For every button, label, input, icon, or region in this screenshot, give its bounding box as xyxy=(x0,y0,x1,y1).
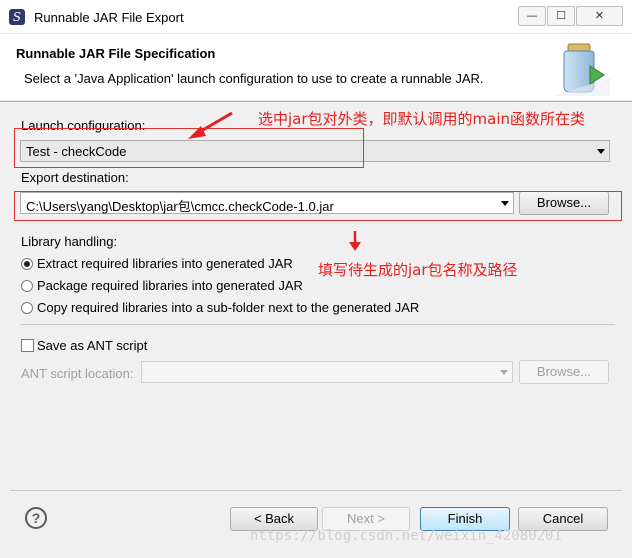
header-separator-highlight xyxy=(0,102,632,103)
export-annotation-text: 填写待生成的jar包名称及路径 xyxy=(318,261,518,279)
radio-copy-libraries[interactable] xyxy=(21,302,33,314)
watermark: https://blog.csdn.net/weixin_42080201 xyxy=(250,528,562,544)
launch-annotation-arrow xyxy=(188,111,233,139)
radio-package-label[interactable]: Package required libraries into generate… xyxy=(37,278,303,293)
export-highlight-box xyxy=(14,191,622,221)
jar-wizard-icon xyxy=(554,43,610,96)
page-description: Select a 'Java Application' launch confi… xyxy=(24,71,484,86)
radio-package-libraries[interactable] xyxy=(21,280,33,292)
save-ant-label[interactable]: Save as ANT script xyxy=(37,338,147,353)
wizard-header: Runnable JAR File Specification Select a… xyxy=(0,34,632,100)
radio-extract-label[interactable]: Extract required libraries into generate… xyxy=(37,256,293,271)
chevron-down-icon xyxy=(500,370,508,375)
eclipse-app-icon: S xyxy=(9,9,25,25)
minimize-button[interactable]: — xyxy=(518,6,546,26)
maximize-button[interactable]: ☐ xyxy=(547,6,575,26)
export-annotation-arrow xyxy=(349,231,361,251)
section-separator xyxy=(20,324,615,325)
launch-annotation-text: 选中jar包对外类，即默认调用的main函数所在类 xyxy=(258,110,586,128)
ant-location-label: ANT script location: xyxy=(21,366,134,381)
save-ant-checkbox[interactable] xyxy=(21,339,34,352)
ant-browse-button[interactable]: Browse... xyxy=(519,360,609,384)
window-title: Runnable JAR File Export xyxy=(34,10,184,25)
help-icon[interactable]: ? xyxy=(25,507,47,529)
library-handling-label: Library handling: xyxy=(21,234,118,249)
dialog-window: S Runnable JAR File Export — ☐ ✕ Runnabl… xyxy=(0,0,632,558)
radio-copy-label[interactable]: Copy required libraries into a sub-folde… xyxy=(37,300,419,315)
footer-separator xyxy=(10,490,622,491)
chevron-down-icon xyxy=(597,149,605,154)
export-destination-label: Export destination: xyxy=(21,170,129,185)
close-button[interactable]: ✕ xyxy=(576,6,623,26)
title-bar: S Runnable JAR File Export — ☐ ✕ xyxy=(0,0,632,34)
page-title: Runnable JAR File Specification xyxy=(16,46,216,61)
radio-extract-libraries[interactable] xyxy=(21,258,33,270)
ant-location-input[interactable] xyxy=(141,361,513,383)
